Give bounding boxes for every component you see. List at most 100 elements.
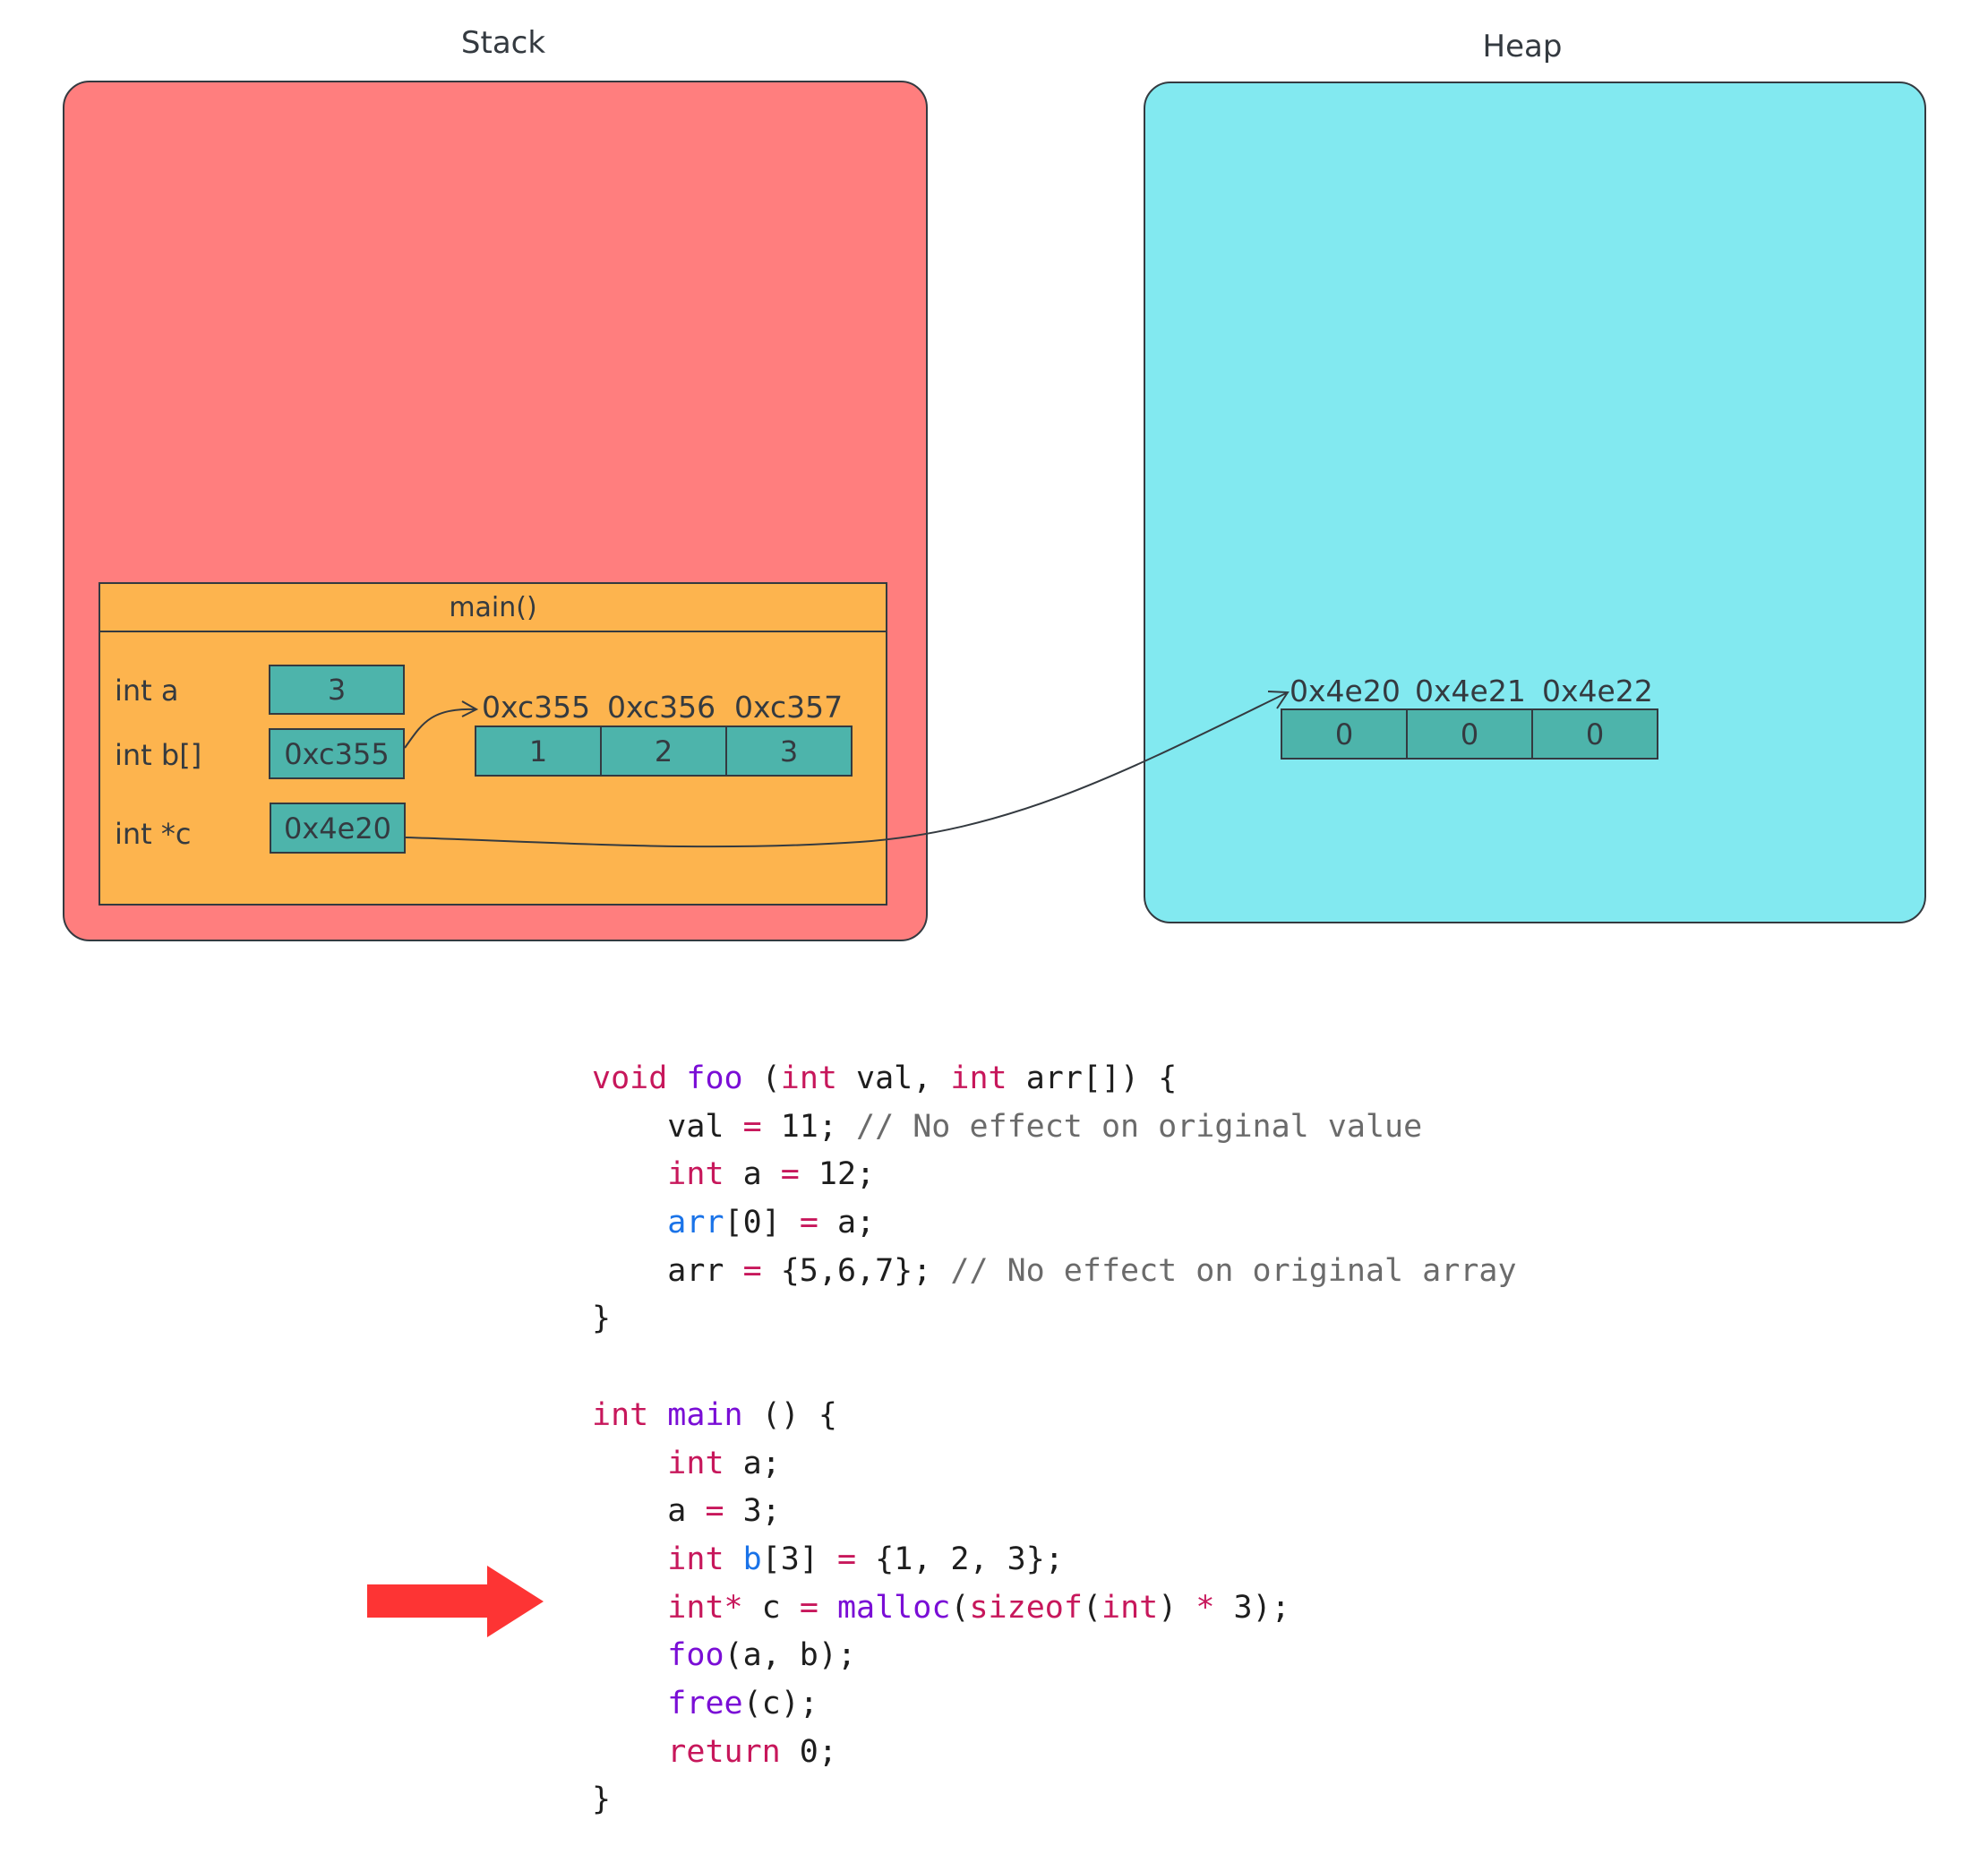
array-b-cell: 2 [600,725,727,777]
code-token: val [592,1108,743,1145]
heap-label: Heap [1482,29,1563,64]
code-token: int [592,1396,649,1433]
code-token: ) [1158,1589,1196,1626]
heap-address-1: 0x4e21 [1415,674,1526,708]
array-b-address-0: 0xc355 [482,690,591,725]
heap-cell: 0 [1531,708,1658,760]
code-token: = [836,1541,857,1577]
code-token: int* [667,1589,743,1626]
code-token: foo [686,1060,743,1096]
code-token: c [742,1589,800,1626]
code-line: a = 3; [592,1488,1517,1536]
code-line: foo(a, b); [592,1632,1517,1680]
code-line: void foo (int val, int arr[]) { [592,1055,1517,1103]
code-line: return 0; [592,1729,1517,1777]
code-token: a; [724,1445,781,1481]
code-line: free(c); [592,1680,1517,1729]
code-token: return [667,1733,781,1770]
array-b: 1 2 3 [475,725,853,777]
code-token: main [667,1396,743,1433]
code-token: = [780,1156,800,1193]
heap-cell: 0 [1406,708,1533,760]
code-token: arr [667,1205,724,1241]
var-value-b: 0xc355 [269,728,405,779]
code-block: void foo (int val, int arr[]) { val = 11… [592,1055,1517,1824]
code-token: // No effect on original value [856,1108,1423,1145]
code-token: = [799,1205,818,1241]
code-token: } [592,1301,612,1337]
code-token: {1, 2, 3}; [856,1541,1064,1577]
var-label-c: int *c [115,817,192,851]
code-token: arr [592,1252,743,1289]
code-token: b [742,1541,762,1577]
var-value-a: 3 [269,665,405,715]
code-token: void [592,1060,668,1096]
array-b-address-2: 0xc357 [734,690,844,725]
code-token: 3; [724,1493,781,1530]
code-token: malloc [836,1589,951,1626]
code-token: 12; [799,1156,876,1193]
array-b-cell: 1 [475,725,602,777]
code-line: arr[0] = a; [592,1199,1517,1248]
code-line: arr = {5,6,7}; // No effect on original … [592,1248,1517,1296]
heap-address-0: 0x4e20 [1290,674,1401,708]
code-line: val = 11; // No effect on original value [592,1103,1517,1152]
code-token: a [592,1493,706,1530]
code-token: = [705,1493,724,1530]
code-token: () { [742,1396,837,1433]
code-token: foo [667,1637,724,1674]
code-token: = [799,1589,818,1626]
code-token: = [742,1108,762,1145]
current-line-arrow-icon [367,1566,544,1637]
code-line: int b[3] = {1, 2, 3}; [592,1536,1517,1584]
code-token: // No effect on original array [950,1252,1517,1289]
code-token: a [724,1156,781,1193]
code-token: (a, b); [724,1637,857,1674]
code-token: free [667,1685,743,1721]
array-b-cell: 3 [725,725,853,777]
code-token: 0; [780,1733,837,1770]
code-line: int a = 12; [592,1151,1517,1199]
code-line: } [592,1776,1517,1824]
var-label-b: int b[] [115,738,202,772]
code-token: arr[]) { [1007,1060,1178,1096]
heap-address-2: 0x4e22 [1542,674,1653,708]
code-line: } [592,1295,1517,1344]
code-token: ( [950,1589,970,1626]
code-token: int [667,1445,724,1481]
code-token: a; [818,1205,876,1241]
stack-frame-title: main() [100,584,886,632]
heap-cell: 0 [1281,708,1408,760]
code-token: [0] [724,1205,800,1241]
code-token: sizeof [969,1589,1083,1626]
stack-label: Stack [460,25,546,61]
code-line: int main () { [592,1392,1517,1440]
code-token: (c); [742,1685,818,1721]
code-token: * [1195,1589,1215,1626]
code-token: ( [1082,1589,1101,1626]
code-token: 3); [1214,1589,1290,1626]
code-token: int [667,1541,724,1577]
code-token: int [780,1060,837,1096]
code-token: {5,6,7}; [761,1252,951,1289]
code-token: ( [742,1060,781,1096]
var-value-c: 0x4e20 [270,803,406,854]
code-token: int [1101,1589,1159,1626]
code-token: [3] [761,1541,837,1577]
code-line: int a; [592,1440,1517,1489]
code-token: } [592,1781,612,1818]
heap-array: 0 0 0 [1281,708,1658,760]
code-token: 11; [761,1108,857,1145]
heap-region [1144,82,1926,923]
